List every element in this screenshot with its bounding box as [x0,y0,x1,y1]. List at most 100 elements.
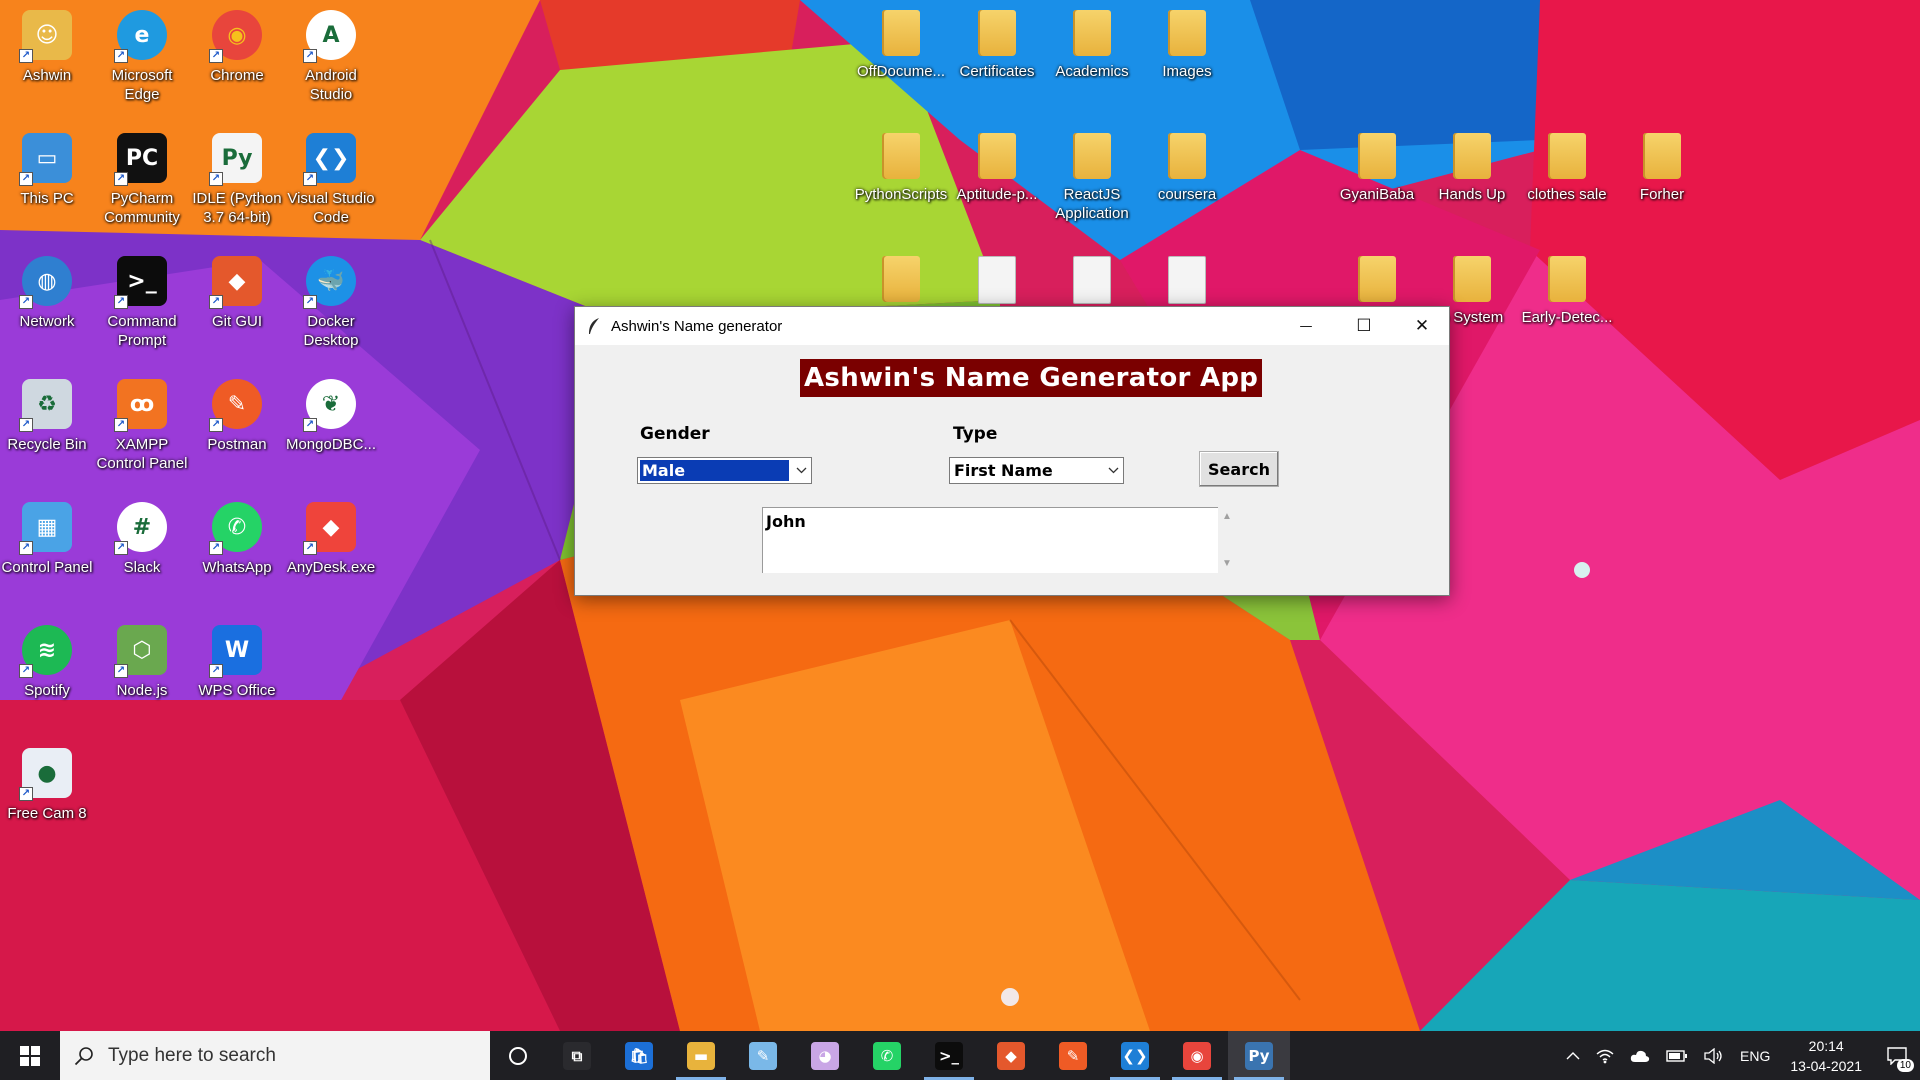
desktop-icon[interactable]: OffDocume... [854,10,948,81]
desktop-icon[interactable]: ≋ ↗ Spotify [0,625,94,700]
desktop-icon[interactable]: coursera [1140,133,1234,204]
close-button[interactable]: ✕ [1393,307,1451,345]
cortana-button[interactable] [490,1031,546,1080]
desktop-icon[interactable]: clothes sale [1520,133,1614,204]
scroll-up-icon[interactable]: ▲ [1222,511,1232,522]
result-scrollbar[interactable]: ▲ ▼ [1218,507,1236,573]
desktop-icon[interactable]: 🐳 ↗ Docker Desktop [284,256,378,350]
desktop-icon[interactable]: ♻ ↗ Recycle Bin [0,379,94,454]
start-button[interactable] [0,1031,60,1080]
desktop-icon[interactable]: ⬡ ↗ Node.js [95,625,189,700]
shortcut-arrow-icon: ↗ [19,418,33,432]
desktop-icon[interactable] [854,256,948,308]
desktop-icon[interactable]: ▦ ↗ Control Panel [0,502,94,577]
taskbar-app-button[interactable]: Py [1228,1031,1290,1080]
language-indicator[interactable]: ENG [1732,1031,1778,1080]
taskbar-app-button[interactable]: ✆ [856,1031,918,1080]
taskbar-app-button[interactable]: ⧉ [546,1031,608,1080]
desktop-icon[interactable]: ● ↗ Free Cam 8 [0,748,94,823]
taskbar-app-button[interactable]: ▬ [670,1031,732,1080]
taskbar-app-button[interactable]: ✎ [1042,1031,1104,1080]
desktop-icon[interactable]: Certificates [950,10,1044,81]
search-placeholder: Type here to search [108,1044,276,1066]
desktop-icon[interactable]: Aptitude-p... [950,133,1044,204]
desktop-icon[interactable]: ◉ ↗ Chrome [190,10,284,85]
desktop-icon-label: Hands Up [1438,186,1506,203]
desktop-icon[interactable]: ꝏ ↗ XAMPP Control Panel [95,379,189,473]
control-panel-icon: ▦ ↗ [19,502,72,555]
desktop-icon[interactable]: ◆ ↗ AnyDesk.exe [284,502,378,577]
clock[interactable]: 20:14 13-04-2021 [1778,1036,1874,1076]
taskbar-app-button[interactable]: ✎ [732,1031,794,1080]
desktop-icon[interactable]: ❮❯ ↗ Visual Studio Code [284,133,378,227]
shortcut-arrow-icon: ↗ [303,172,317,186]
maximize-button[interactable]: ☐ [1335,307,1393,345]
desktop-icon-label: This PC [20,190,74,207]
volume-button[interactable] [1696,1031,1732,1080]
system-tray: ENG 20:14 13-04-2021 10 [1558,1031,1920,1080]
chevron-down-icon[interactable] [1103,458,1123,483]
paint-icon: ◕ [811,1041,839,1070]
folder-icon [1073,133,1111,179]
desktop-icon[interactable]: e ↗ Microsoft Edge [95,10,189,104]
taskbar-app-button[interactable]: ◉ [1166,1031,1228,1080]
desktop-icon[interactable] [1140,256,1234,310]
folder-icon [978,133,1016,179]
desktop-icon[interactable]: ▭ ↗ This PC [0,133,94,208]
desktop-icon-label: MongoDBC... [285,436,377,453]
desktop-icon[interactable]: W ↗ WPS Office [190,625,284,700]
desktop-icon[interactable]: ✆ ↗ WhatsApp [190,502,284,577]
name-generator-window: Ashwin's Name generator — ☐ ✕ Ashwin's N… [574,306,1450,596]
type-combobox[interactable]: First Name [949,457,1124,484]
taskbar-search-box[interactable]: Type here to search [60,1031,490,1080]
desktop-icon[interactable]: >_ ↗ Command Prompt [95,256,189,350]
taskbar-app-button[interactable]: 🛍 [608,1031,670,1080]
desktop-icon[interactable]: Hands Up [1425,133,1519,204]
show-hidden-icons-button[interactable] [1558,1031,1588,1080]
desktop-icon[interactable]: Images [1140,10,1234,81]
scroll-down-icon[interactable]: ▼ [1222,558,1232,569]
desktop-icon-label: XAMPP Control Panel [96,436,188,472]
desktop-icon[interactable]: Py ↗ IDLE (Python 3.7 64-bit) [190,133,284,227]
speaker-icon [1704,1047,1722,1064]
wifi-button[interactable] [1588,1031,1622,1080]
desktop-icon[interactable]: GyaniBaba [1330,133,1424,204]
taskbar-app-button[interactable]: ◆ [980,1031,1042,1080]
chevron-down-icon[interactable] [791,458,811,483]
result-textbox[interactable]: John [762,507,1218,573]
desktop-icon[interactable] [1045,256,1139,310]
desktop-icon[interactable]: ❦ ↗ MongoDBC... [284,379,378,454]
desktop-icon[interactable] [1330,256,1424,308]
desktop-icon-label: Android Studio [305,67,357,103]
desktop-icon[interactable] [950,256,1044,310]
taskbar-app-button[interactable]: ❮❯ [1104,1031,1166,1080]
desktop-icon[interactable]: ✎ ↗ Postman [190,379,284,454]
desktop-icon[interactable]: ◆ ↗ Git GUI [190,256,284,331]
taskbar-app-button[interactable]: >_ [918,1031,980,1080]
shortcut-arrow-icon: ↗ [303,541,317,555]
desktop-icon[interactable]: PC ↗ PyCharm Community [95,133,189,227]
minimize-button[interactable]: — [1277,307,1335,345]
postman-icon: ✎ [1059,1041,1087,1070]
desktop-icon[interactable]: Forher [1615,133,1709,204]
taskbar-app-button[interactable]: ◕ [794,1031,856,1080]
desktop-icon[interactable]: ☺ ↗ Ashwin [0,10,94,85]
terminal-icon: >_ ↗ [114,256,167,309]
search-button[interactable]: Search [1199,451,1279,487]
window-titlebar[interactable]: Ashwin's Name generator — ☐ ✕ [575,307,1449,345]
onedrive-button[interactable] [1622,1031,1658,1080]
shortcut-arrow-icon: ↗ [209,541,223,555]
desktop-icon[interactable]: ◍ ↗ Network [0,256,94,331]
action-center-button[interactable]: 10 [1874,1031,1920,1080]
desktop-icon[interactable]: PythonScripts [854,133,948,204]
desktop-icon-label: ReactJS Application [1055,186,1129,222]
desktop-icon[interactable]: ReactJS Application [1045,133,1139,223]
desktop-icon[interactable]: Early-Detec... [1520,256,1614,327]
desktop-icon-label: Docker Desktop [303,313,359,349]
desktop-icon[interactable]: # ↗ Slack [95,502,189,577]
gender-combobox[interactable]: Male [637,457,812,484]
clock-time: 20:14 [1808,1037,1844,1054]
battery-button[interactable] [1658,1031,1696,1080]
desktop-icon[interactable]: A ↗ Android Studio [284,10,378,104]
desktop-icon[interactable]: Academics [1045,10,1139,81]
